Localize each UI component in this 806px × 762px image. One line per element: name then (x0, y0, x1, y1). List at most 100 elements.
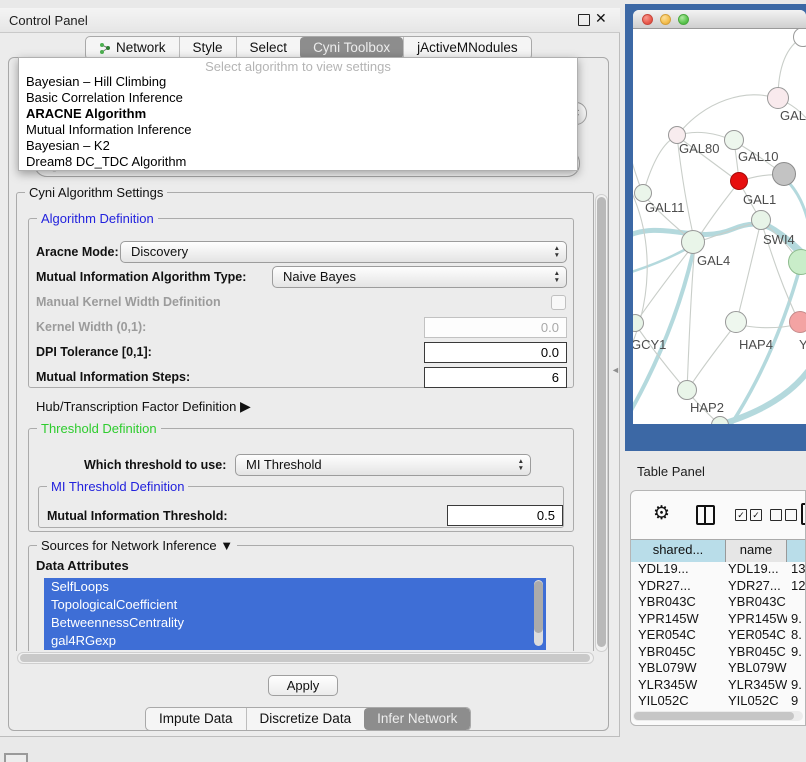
attribute-item[interactable]: BetweennessCentrality (44, 614, 546, 632)
table-cell[interactable]: YBL079W (631, 660, 726, 677)
network-node[interactable] (677, 380, 697, 400)
tab-jactivemnodules[interactable]: jActiveMNodules (403, 37, 531, 59)
algorithm-option[interactable]: Bayesian – Hill Climbing (19, 74, 577, 90)
sources-title[interactable]: Sources for Network Inference ▼ (37, 538, 237, 553)
table-cell[interactable]: YPR145W (631, 611, 726, 628)
attributes-scrollbar[interactable] (534, 580, 543, 646)
manual-kernel-checkbox[interactable] (551, 295, 566, 310)
network-window[interactable]: GALGAL80GAL10GAL11GAL1GAL4SWI4GCY1HAP4YH… (633, 10, 806, 424)
column-header-name[interactable]: name (726, 540, 787, 562)
network-node[interactable] (730, 172, 748, 190)
table-row[interactable]: YBR045CYBR045C9. (631, 644, 806, 661)
network-node[interactable] (725, 311, 747, 333)
table-cell[interactable]: YBR043C (726, 594, 787, 611)
split-columns-icon[interactable] (696, 505, 715, 525)
table-cell[interactable]: YIL052C (631, 693, 726, 709)
table-cell[interactable]: 8. (787, 627, 806, 644)
tab-cyni-toolbox[interactable]: Cyni Toolbox (300, 37, 403, 59)
close-window-icon[interactable] (642, 14, 653, 25)
splitter-collapse-icon[interactable]: ◄ (611, 365, 620, 375)
network-node[interactable] (772, 162, 796, 186)
table-row[interactable]: YDL19...YDL19...13 (631, 561, 806, 578)
hub-section-toggle[interactable]: Hub/Transcription Factor Definition ▶ (36, 398, 251, 415)
table-cell[interactable]: YBR043C (631, 594, 726, 611)
table-horizontal-scrollbar[interactable] (633, 711, 803, 721)
scrollbar-thumb[interactable] (534, 581, 543, 633)
table-cell[interactable]: YPR145W (726, 611, 787, 628)
table-cell[interactable]: 12 (787, 578, 806, 595)
table-cell[interactable]: YDL19... (631, 561, 726, 578)
tab-impute-data[interactable]: Impute Data (146, 708, 246, 730)
mi-algorithm-type-combo[interactable]: Naive Bayes ▲▼ (272, 266, 567, 288)
algorithm-option-highlighted[interactable]: ARACNE Algorithm (19, 106, 577, 122)
algorithm-option[interactable]: Mutual Information Inference (19, 122, 577, 138)
table-cell[interactable]: YLR345W (726, 677, 787, 694)
close-panel-icon[interactable]: ✕ (595, 10, 607, 27)
which-threshold-combo[interactable]: MI Threshold ▲▼ (235, 454, 531, 476)
network-node[interactable] (681, 230, 705, 254)
scrollbar-thumb[interactable] (634, 712, 794, 720)
dpi-tolerance-field[interactable]: 0.0 (424, 342, 567, 363)
scrollbar-thumb[interactable] (20, 654, 590, 662)
table-cell[interactable]: YDR27... (631, 578, 726, 595)
table-cell[interactable]: YDL19... (726, 561, 787, 578)
table-cell[interactable]: YDR27... (726, 578, 787, 595)
table-row[interactable]: YDR27...YDR27...12 (631, 578, 806, 595)
network-node[interactable] (789, 311, 806, 333)
table-cell[interactable] (787, 660, 806, 677)
attribute-item[interactable]: TopologicalCoefficient (44, 596, 546, 614)
table-cell[interactable]: YBL079W (726, 660, 787, 677)
table-cell[interactable]: YER054C (631, 627, 726, 644)
table-cell[interactable]: YER054C (726, 627, 787, 644)
minimized-panel-icon[interactable] (4, 753, 28, 762)
table-cell[interactable]: 9. (787, 677, 806, 694)
tab-select[interactable]: Select (236, 37, 301, 59)
table-cell[interactable]: 13 (787, 561, 806, 578)
algorithm-option[interactable]: Dream8 DC_TDC Algorithm (19, 154, 577, 170)
tab-network[interactable]: Network (86, 37, 179, 59)
table-row[interactable]: YLR345WYLR345W9. (631, 677, 806, 694)
tab-discretize-data[interactable]: Discretize Data (246, 708, 365, 730)
table-cell[interactable]: 9. (787, 644, 806, 661)
network-window-titlebar[interactable] (633, 10, 806, 29)
table-cell[interactable]: YLR345W (631, 677, 726, 694)
aracne-mode-combo[interactable]: Discovery ▲▼ (120, 241, 567, 263)
network-canvas[interactable]: GALGAL80GAL10GAL11GAL1GAL4SWI4GCY1HAP4YH… (633, 29, 806, 424)
column-header-shared-name[interactable]: shared... (631, 540, 726, 562)
table-cell[interactable]: YBR045C (726, 644, 787, 661)
apply-button[interactable]: Apply (268, 675, 338, 696)
scrollbar-thumb[interactable] (597, 197, 606, 647)
algorithm-option[interactable]: Bayesian – K2 (19, 138, 577, 154)
unselect-all-checks-icon[interactable] (770, 509, 797, 521)
select-all-checks-icon[interactable]: ✓ ✓ (735, 509, 762, 521)
float-panel-icon[interactable] (578, 14, 590, 26)
kernel-width-field[interactable]: 0.0 (424, 317, 567, 338)
table-cell[interactable]: 9 (787, 693, 806, 709)
gear-icon[interactable]: ⚙ (653, 502, 670, 525)
table-row[interactable]: YPR145WYPR145W9. (631, 611, 806, 628)
network-node[interactable] (724, 130, 744, 150)
settings-horizontal-scrollbar[interactable] (17, 652, 594, 664)
attribute-item[interactable]: gal4RGexp (44, 632, 546, 650)
mi-threshold-field[interactable]: 0.5 (447, 505, 563, 526)
tab-style[interactable]: Style (179, 37, 236, 59)
table-cell[interactable]: YBR045C (631, 644, 726, 661)
zoom-window-icon[interactable] (678, 14, 689, 25)
table-cell[interactable] (787, 594, 806, 611)
algorithm-option[interactable]: Basic Correlation Inference (19, 90, 577, 106)
table-cell[interactable]: 9. (787, 611, 806, 628)
table-row[interactable]: YIL052CYIL052C9 (631, 693, 806, 709)
mi-steps-field[interactable]: 6 (424, 367, 567, 388)
network-node[interactable] (751, 210, 771, 230)
minimize-window-icon[interactable] (660, 14, 671, 25)
table-row[interactable]: YBR043CYBR043C (631, 594, 806, 611)
attribute-item[interactable]: SelfLoops (44, 578, 546, 596)
table-cell[interactable]: YIL052C (726, 693, 787, 709)
network-node[interactable] (767, 87, 789, 109)
settings-vertical-scrollbar[interactable] (595, 194, 608, 652)
column-header-partial[interactable] (787, 540, 806, 562)
table-row[interactable]: YER054CYER054C8. (631, 627, 806, 644)
table-row[interactable]: YBL079WYBL079W (631, 660, 806, 677)
new-column-icon[interactable] (801, 503, 806, 525)
tab-infer-network[interactable]: Infer Network (364, 708, 470, 730)
